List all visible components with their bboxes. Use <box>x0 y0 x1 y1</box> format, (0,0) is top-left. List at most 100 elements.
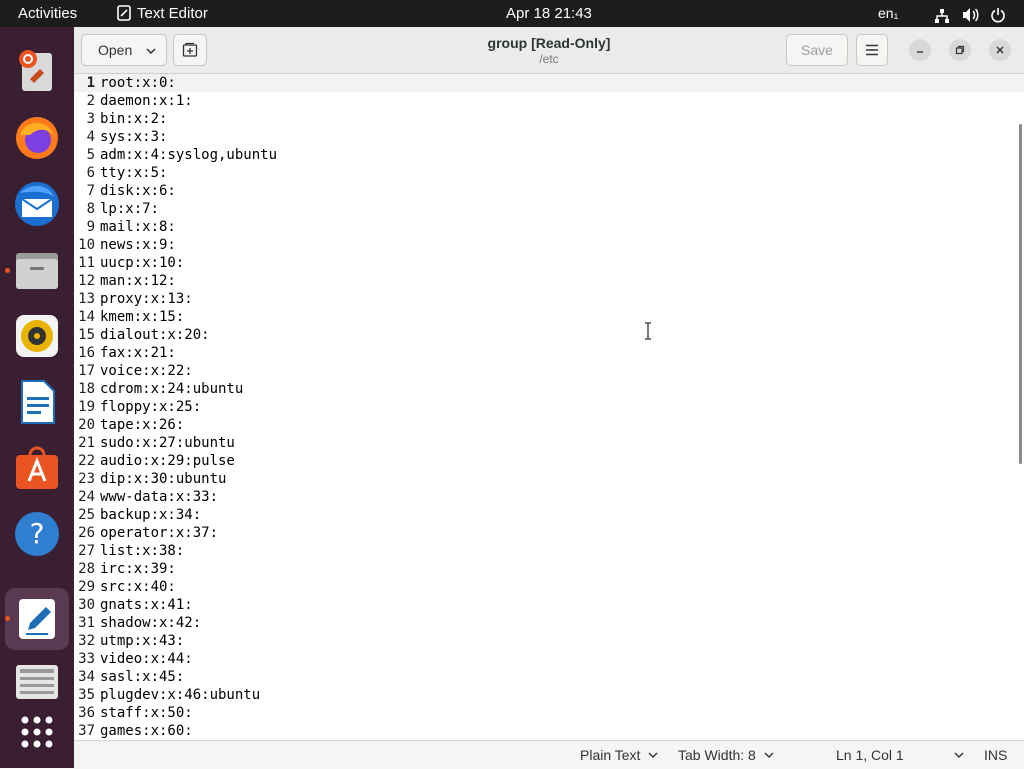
tab-width-selector[interactable]: Tab Width: 8 <box>678 741 774 769</box>
line-text: uucp:x:10: <box>100 255 185 271</box>
open-button[interactable]: Open <box>81 34 167 66</box>
line-number: 14 <box>78 309 95 325</box>
text-line[interactable]: 27 list:x:38: <box>74 542 1024 560</box>
clock[interactable]: Apr 18 21:43 <box>506 0 592 27</box>
minimize-button[interactable] <box>909 39 931 61</box>
text-line[interactable]: 8 lp:x:7: <box>74 200 1024 218</box>
language-selector[interactable]: Plain Text <box>580 741 658 769</box>
line-text: sys:x:3: <box>100 129 168 145</box>
cursor-position[interactable]: Ln 1, Col 1 <box>836 741 964 769</box>
text-line[interactable]: 9 mail:x:8: <box>74 218 1024 236</box>
app-menu[interactable]: Text Editor <box>117 0 208 27</box>
text-line[interactable]: 10 news:x:9: <box>74 236 1024 254</box>
line-text: daemon:x:1: <box>100 93 193 109</box>
new-document-button[interactable] <box>173 34 207 66</box>
line-number: 35 <box>78 687 95 703</box>
firefox-icon[interactable] <box>12 113 62 163</box>
text-line[interactable]: 35 plugdev:x:46:ubuntu <box>74 686 1024 704</box>
volume-icon[interactable] <box>962 5 980 22</box>
line-number: 1 <box>86 75 95 91</box>
line-text: sasl:x:45: <box>100 669 185 685</box>
line-number: 37 <box>78 723 95 739</box>
text-line[interactable]: 29 src:x:40: <box>74 578 1024 596</box>
power-icon[interactable] <box>990 5 1006 23</box>
hamburger-menu-icon <box>866 44 878 56</box>
minimize-icon <box>917 51 923 53</box>
text-line[interactable]: 15 dialout:x:20: <box>74 326 1024 344</box>
text-line[interactable]: 18 cdrom:x:24:ubuntu <box>74 380 1024 398</box>
text-line[interactable]: 23 dip:x:30:ubuntu <box>74 470 1024 488</box>
text-line[interactable]: 19 floppy:x:25: <box>74 398 1024 416</box>
text-line[interactable]: 17 voice:x:22: <box>74 362 1024 380</box>
text-line[interactable]: 4 sys:x:3: <box>74 128 1024 146</box>
show-apps-icon[interactable] <box>12 710 62 760</box>
network-icon[interactable] <box>934 6 950 23</box>
text-line[interactable]: 13 proxy:x:13: <box>74 290 1024 308</box>
ubuntu-docs-icon[interactable] <box>12 657 62 707</box>
line-number: 9 <box>86 219 95 235</box>
line-text: root:x:0: <box>100 75 176 91</box>
line-text: staff:x:50: <box>100 705 193 721</box>
maximize-button[interactable] <box>949 39 971 61</box>
text-line[interactable]: 24 www-data:x:33: <box>74 488 1024 506</box>
line-number: 11 <box>78 255 95 271</box>
line-text: cdrom:x:24:ubuntu <box>100 381 244 397</box>
help-icon[interactable]: ? <box>12 509 62 559</box>
text-editor-icon[interactable] <box>12 594 62 644</box>
line-number: 19 <box>78 399 95 415</box>
text-line[interactable]: 25 backup:x:34: <box>74 506 1024 524</box>
app-center-icon[interactable] <box>12 443 62 493</box>
text-line[interactable]: 14 kmem:x:15: <box>74 308 1024 326</box>
text-line[interactable]: 30 gnats:x:41: <box>74 596 1024 614</box>
line-number: 26 <box>78 525 95 541</box>
save-button[interactable]: Save <box>786 34 848 66</box>
text-line[interactable]: 2 daemon:x:1: <box>74 92 1024 110</box>
rhythmbox-icon[interactable] <box>12 311 62 361</box>
text-line[interactable]: 31 shadow:x:42: <box>74 614 1024 632</box>
vertical-scrollbar[interactable] <box>1019 124 1022 464</box>
line-number: 5 <box>86 147 95 163</box>
line-text: kmem:x:15: <box>100 309 185 325</box>
text-line[interactable]: 36 staff:x:50: <box>74 704 1024 722</box>
text-line[interactable]: 37 games:x:60: <box>74 722 1024 740</box>
window-subtitle: /etc <box>539 52 559 66</box>
line-number: 33 <box>78 651 95 667</box>
line-number: 4 <box>86 129 95 145</box>
line-text: fax:x:21: <box>100 345 176 361</box>
text-line[interactable]: 21 sudo:x:27:ubuntu <box>74 434 1024 452</box>
line-text: proxy:x:13: <box>100 291 193 307</box>
text-line[interactable]: 12 man:x:12: <box>74 272 1024 290</box>
line-text: news:x:9: <box>100 237 176 253</box>
libreoffice-writer-icon[interactable] <box>12 377 62 427</box>
ubuntu-help-icon[interactable] <box>12 47 62 97</box>
thunderbird-icon[interactable] <box>12 179 62 229</box>
text-line[interactable]: 11 uucp:x:10: <box>74 254 1024 272</box>
line-number: 29 <box>78 579 95 595</box>
text-line[interactable]: 3 bin:x:2: <box>74 110 1024 128</box>
files-icon[interactable] <box>12 245 62 295</box>
line-text: adm:x:4:syslog,ubuntu <box>100 147 278 163</box>
line-text: video:x:44: <box>100 651 193 667</box>
text-line[interactable]: 33 video:x:44: <box>74 650 1024 668</box>
text-line[interactable]: 34 sasl:x:45: <box>74 668 1024 686</box>
text-line[interactable]: 22 audio:x:29:pulse <box>74 452 1024 470</box>
line-text: www-data:x:33: <box>100 489 219 505</box>
line-text: mail:x:8: <box>100 219 176 235</box>
text-line[interactable]: 5 adm:x:4:syslog,ubuntu <box>74 146 1024 164</box>
activities-button[interactable]: Activities <box>18 0 77 27</box>
main-menu-button[interactable] <box>856 34 888 66</box>
text-line[interactable]: 16 fax:x:21: <box>74 344 1024 362</box>
line-text: tty:x:5: <box>100 165 168 181</box>
line-number: 28 <box>78 561 95 577</box>
text-line[interactable]: 20 tape:x:26: <box>74 416 1024 434</box>
text-line[interactable]: 32 utmp:x:43: <box>74 632 1024 650</box>
text-view[interactable]: 1 root:x:0: 2 daemon:x:1: 3 bin:x:2: 4 sys:x:3:… <box>74 74 1024 740</box>
text-line[interactable]: 28 irc:x:39: <box>74 560 1024 578</box>
close-button[interactable] <box>989 39 1011 61</box>
text-line[interactable]: 26 operator:x:37: <box>74 524 1024 542</box>
text-line[interactable]: 6 tty:x:5: <box>74 164 1024 182</box>
text-line[interactable]: 1 root:x:0: <box>74 74 1024 92</box>
keyboard-layout-indicator[interactable]: en₁ <box>878 0 898 27</box>
line-text: src:x:40: <box>100 579 176 595</box>
text-line[interactable]: 7 disk:x:6: <box>74 182 1024 200</box>
